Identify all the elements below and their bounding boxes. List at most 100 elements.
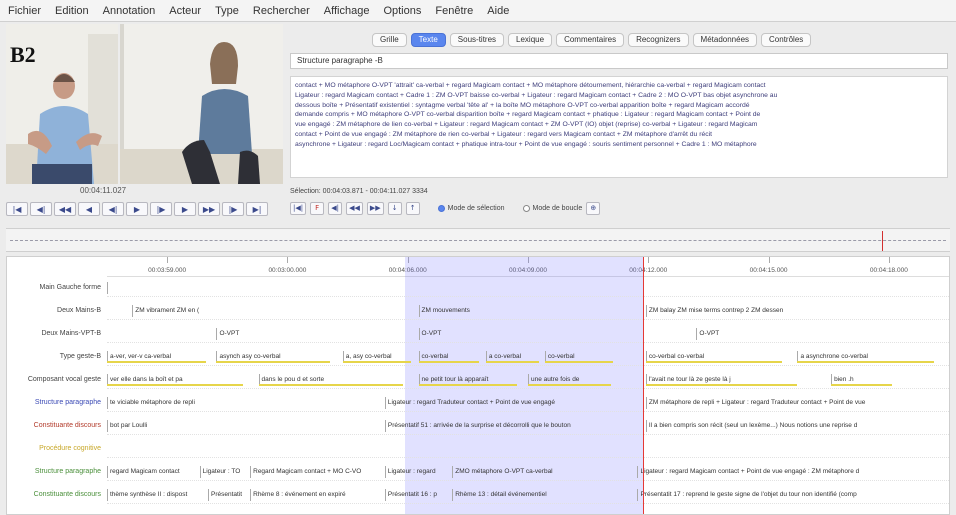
annotation[interactable]: Ligateur : regard Traduteur contact + Po… [384, 397, 629, 409]
menu-item[interactable]: Fichier [8, 5, 41, 17]
control-button[interactable]: F [310, 201, 325, 215]
menu-item[interactable]: Affichage [324, 5, 370, 17]
ruler-tick-mark [648, 257, 650, 263]
menu-item[interactable]: Edition [55, 5, 89, 17]
media-button[interactable]: ◀| [102, 202, 124, 216]
media-button[interactable]: ◀ [78, 202, 100, 216]
tier-row[interactable] [107, 440, 949, 458]
tab-contr-les[interactable]: Contrôles [761, 33, 812, 47]
annotation[interactable] [107, 282, 141, 294]
media-button[interactable]: ▶| [246, 202, 268, 216]
annotation[interactable]: regard Magicam contact [107, 466, 200, 478]
annotation[interactable]: te viciable métaphore de repli [107, 397, 385, 409]
media-button[interactable]: |▶ [150, 202, 172, 216]
annotation[interactable]: Ligateur : TO [199, 466, 251, 478]
annotation[interactable]: ZM métaphore de repli + Ligateur : regar… [645, 397, 949, 409]
menu-item[interactable]: Options [383, 5, 421, 17]
mode-radio[interactable]: Mode de boucle [522, 204, 582, 212]
tier-selector[interactable]: Structure paragraphe -B [290, 53, 948, 69]
media-button[interactable]: ▶ [126, 202, 148, 216]
control-button[interactable]: |◀| [290, 201, 307, 215]
text-viewer[interactable]: contact + MO métaphore O-VPT 'attrait' c… [290, 76, 948, 178]
annotation[interactable]: Regard Magicam contact + MO C-VO [250, 466, 385, 478]
annotation[interactable]: Ligateur : regard Magicam contact + Poin… [637, 466, 949, 478]
annotation[interactable]: bot par Loulli [107, 420, 385, 432]
tab-grille[interactable]: Grille [372, 33, 407, 47]
control-button[interactable]: ▶▶ [366, 201, 384, 215]
text-line: Ligateur : regard Magicam contact + Cadr… [295, 91, 778, 99]
annotation[interactable]: Rhème 8 : événement en expiré [250, 489, 385, 501]
mode-extra-button[interactable]: ⊕ [586, 201, 601, 215]
tab-sous-titres[interactable]: Sous-titres [449, 33, 505, 47]
tier-label[interactable]: Type geste-B [7, 348, 105, 366]
media-button[interactable]: ▶▶ [198, 202, 220, 216]
mode-label: Mode de sélection [447, 204, 505, 212]
tier-row[interactable]: bot par Loulli Présentatif 51 : arrivée d… [107, 417, 949, 435]
tab-recognizers[interactable]: Recognizers [628, 33, 689, 47]
annotation[interactable]: Il a bien compris son récit (seul un lex… [645, 420, 949, 432]
control-button[interactable]: ↓ [387, 201, 402, 215]
menu-item[interactable]: Type [215, 5, 239, 17]
menu-item[interactable]: Aide [487, 5, 509, 17]
menu-item[interactable]: Fenêtre [435, 5, 473, 17]
tier-row[interactable]: thème synthèse II : dispost Présentatit Rh… [107, 486, 949, 504]
timeline-viewer[interactable]: 00:03:59.000 00:03:00.000 00:04:06.000 00:0… [6, 256, 950, 515]
tier-row[interactable]: ver elle dans la boît et pa dans le pou d… [107, 371, 949, 389]
tier-label[interactable]: Deux Mains-VPT-B [7, 325, 105, 343]
waveform-cursor[interactable] [882, 231, 884, 251]
tier-label[interactable]: Constituante discours [7, 486, 105, 504]
tier-row[interactable] [107, 279, 949, 297]
tier-row[interactable]: regard Magicam contact Ligateur : TO Regar… [107, 463, 949, 481]
control-button[interactable]: ↑ [405, 201, 420, 215]
tier-label[interactable]: Structure paragraphe [7, 463, 105, 481]
ruler-tick-mark [167, 257, 169, 263]
annotation[interactable]: ZM vibrament ZM en ( [132, 305, 275, 317]
ruler-tick-label: 00:03:59.000 [148, 267, 187, 274]
media-button[interactable]: ◀◀ [54, 202, 76, 216]
tier-row[interactable]: ZM vibrament ZM en ( ZM mouvements ZM bala… [107, 302, 949, 320]
annotation[interactable]: O-VPT [696, 328, 763, 340]
text-line: contact + Point de vue engagé : ZM métap… [295, 130, 713, 138]
annotation[interactable]: Présentatit 16 : p [384, 489, 452, 501]
annotation[interactable]: O-VPT [418, 328, 486, 340]
tier-label[interactable]: Main Gauche forme [7, 279, 105, 297]
menu-item[interactable]: Rechercher [253, 5, 310, 17]
menu-item[interactable]: Acteur [169, 5, 201, 17]
tab-texte[interactable]: Texte [410, 33, 446, 47]
video-watermark: B2 [10, 42, 36, 67]
tier-row[interactable]: O-VPT O-VPT O-VPT [107, 325, 949, 343]
selection-info: Sélection: 00:04:03.871 - 00:04:11.027 3… [290, 188, 428, 195]
media-button[interactable]: |▶ [222, 202, 244, 216]
annotation[interactable]: thème synthèse II : dispost [107, 489, 208, 501]
annotation[interactable]: O-VPT [216, 328, 283, 340]
control-button[interactable]: ◀| [328, 201, 343, 215]
mode-radio[interactable]: Mode de sélection [437, 204, 505, 212]
media-button[interactable]: |◀ [6, 202, 28, 216]
media-button[interactable]: ◀| [30, 202, 52, 216]
tab-commentaires[interactable]: Commentaires [556, 33, 625, 47]
tier-label[interactable]: Composant vocal geste [7, 371, 105, 389]
annotation[interactable]: Présentatit [208, 489, 250, 501]
video-panel-left: B2 [6, 24, 118, 184]
tier-label[interactable]: Procédure cognitive [7, 440, 105, 458]
annotation[interactable]: ZM balay ZM mise terms contrep 2 ZM dess… [645, 305, 899, 317]
annotation[interactable]: ZMO métaphore O-VPT ca-verbal [452, 466, 637, 478]
annotation[interactable]: ZM mouvements [418, 305, 503, 317]
tier-row[interactable]: te viciable métaphore de repli Ligateur :… [107, 394, 949, 412]
menu-item[interactable]: Annotation [103, 5, 156, 17]
tier-row[interactable]: a-ver, ver-v ca-verbal asynch asy co-verb… [107, 348, 949, 366]
annotation[interactable]: Rhème 13 : détail événementiel [452, 489, 637, 501]
tier-label[interactable]: Structure paragraphe [7, 394, 105, 412]
media-button[interactable]: ▶ [174, 202, 196, 216]
tier-label[interactable]: Deux Mains-B [7, 302, 105, 320]
annotation[interactable]: Présentatit 17 : reprend le geste signe … [637, 489, 949, 501]
tab-lexique[interactable]: Lexique [508, 33, 553, 47]
overview-waveform[interactable] [6, 228, 950, 252]
playhead-cursor[interactable] [642, 257, 644, 514]
control-button[interactable]: ◀◀ [346, 201, 363, 215]
annotation[interactable]: Présentatif 51 : arrivée de la surprise … [384, 420, 646, 432]
annotation[interactable]: Ligateur : regard [384, 466, 452, 478]
tab-m-tadonn-es[interactable]: Métadonnées [692, 33, 758, 47]
tier-label[interactable]: Constituante discours [7, 417, 105, 435]
speaker-right-image [120, 24, 283, 184]
